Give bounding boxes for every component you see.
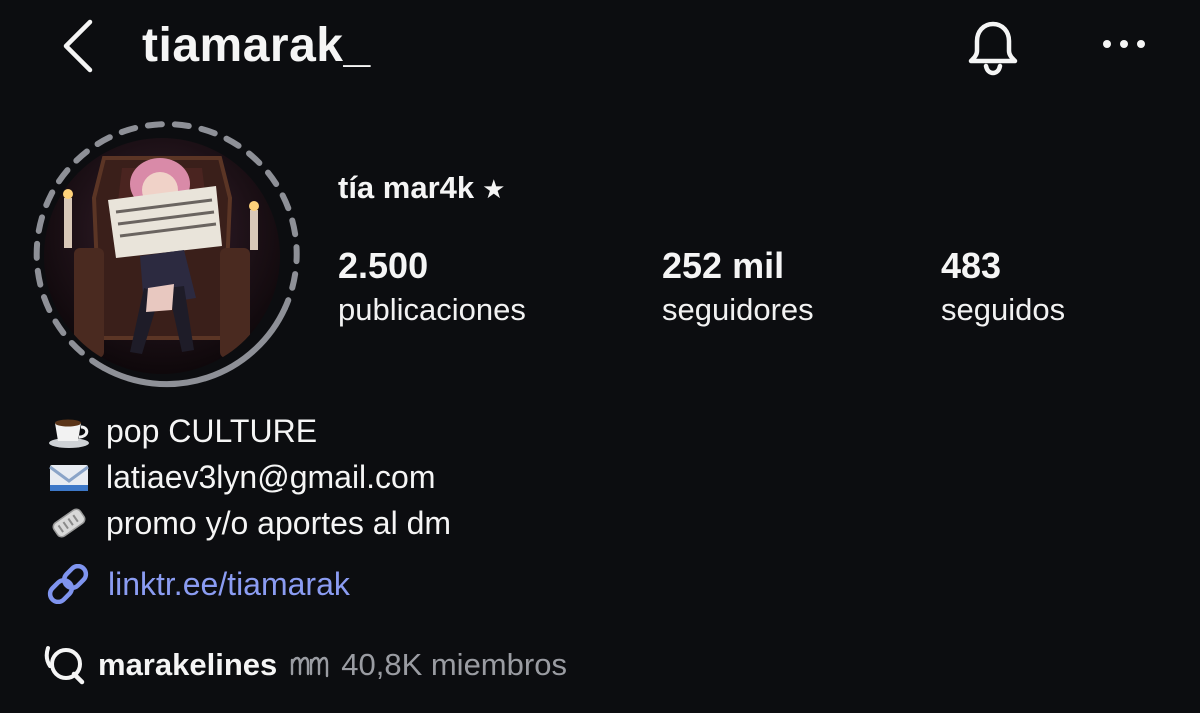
- bio-text: latiaev3lyn@gmail.com: [106, 458, 436, 495]
- envelope-icon: [46, 457, 92, 497]
- bio-line: pop CULTURE: [46, 408, 317, 454]
- profile-link[interactable]: linktr.ee/tiamarak: [44, 561, 350, 607]
- bio-text: promo y/o aportes al dm: [106, 504, 452, 541]
- profile-avatar[interactable]: [44, 138, 280, 374]
- followers-stat[interactable]: 252 mil seguidores: [662, 243, 814, 331]
- broadcast-channel-icon: [44, 646, 85, 685]
- bio-text: pop CULTURE: [106, 412, 318, 449]
- newspaper-icon: [46, 503, 92, 543]
- broadcast-channel-link[interactable]: marakelines 40,8K miembros: [44, 642, 567, 688]
- notifications-button[interactable]: [958, 16, 1028, 78]
- more-horizontal-icon: [1103, 40, 1145, 48]
- following-label: seguidos: [941, 292, 1066, 327]
- squiggle-icon: [291, 656, 329, 678]
- posts-stat[interactable]: 2.500 publicaciones: [338, 243, 526, 331]
- more-options-button[interactable]: [1096, 22, 1152, 66]
- following-count: 483: [941, 245, 1002, 286]
- bell-icon: [968, 21, 1018, 76]
- followers-label: seguidores: [662, 292, 814, 327]
- profile-username: tiamarak_: [142, 19, 371, 72]
- posts-label: publicaciones: [338, 292, 526, 327]
- following-stat[interactable]: 483 seguidos: [941, 243, 1065, 331]
- link-text: linktr.ee/tiamarak: [108, 565, 350, 602]
- channel-members: 40,8K miembros: [341, 647, 567, 682]
- bio-line: promo y/o aportes al dm: [46, 500, 451, 546]
- bio-line: latiaev3lyn@gmail.com: [46, 454, 436, 500]
- followers-count: 252 mil: [662, 245, 785, 286]
- posts-count: 2.500: [338, 245, 429, 286]
- chevron-left-icon: [63, 19, 93, 73]
- link-icon: [47, 564, 89, 604]
- back-button[interactable]: [52, 16, 104, 76]
- avatar-illustration: [44, 138, 280, 374]
- coffee-cup-icon: [46, 411, 92, 451]
- profile-display-name: tía mar4k ★: [338, 168, 505, 209]
- channel-name: marakelines: [98, 647, 278, 682]
- star-icon: ★: [482, 174, 506, 204]
- display-name-text: tía mar4k: [338, 170, 475, 205]
